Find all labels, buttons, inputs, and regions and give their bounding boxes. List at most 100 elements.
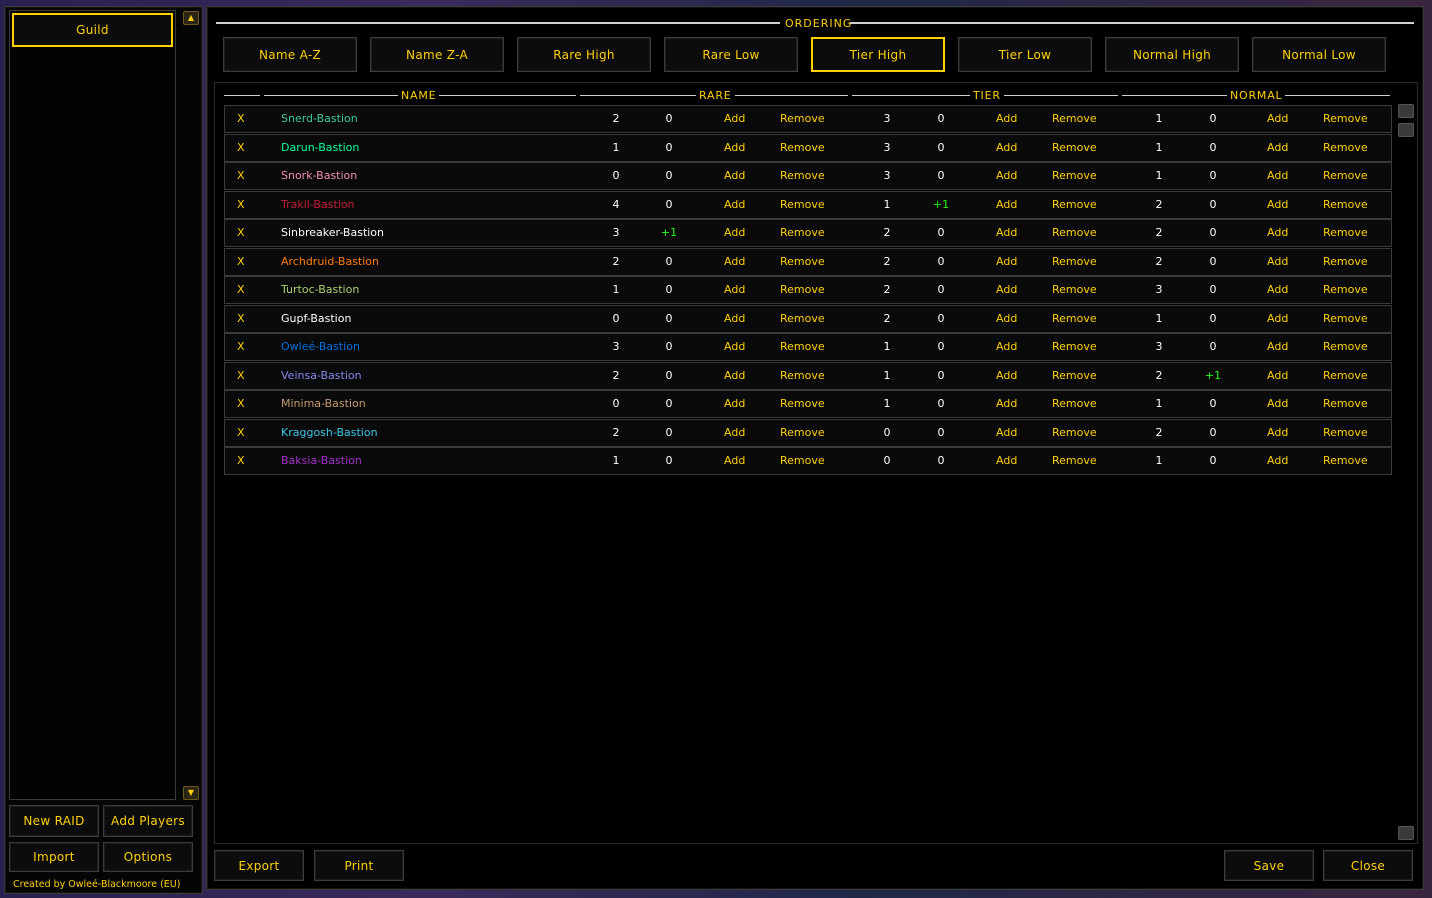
rare-remove-button[interactable]: Remove [780, 220, 825, 246]
guild-button[interactable]: Guild [12, 13, 173, 47]
order-button-normal-high[interactable]: Normal High [1105, 37, 1239, 72]
rare-add-button[interactable]: Add [724, 106, 745, 132]
normal-add-button[interactable]: Add [1267, 363, 1288, 389]
rare-add-button[interactable]: Add [724, 249, 745, 275]
normal-remove-button[interactable]: Remove [1323, 277, 1368, 303]
tier-remove-button[interactable]: Remove [1052, 363, 1097, 389]
tier-add-button[interactable]: Add [996, 192, 1017, 218]
tier-remove-button[interactable]: Remove [1052, 306, 1097, 332]
rare-remove-button[interactable]: Remove [780, 192, 825, 218]
export-button[interactable]: Export [214, 850, 304, 881]
tier-add-button[interactable]: Add [996, 334, 1017, 360]
rare-add-button[interactable]: Add [724, 220, 745, 246]
delete-player-button[interactable]: X [237, 220, 245, 246]
normal-remove-button[interactable]: Remove [1323, 334, 1368, 360]
order-button-name-z-a[interactable]: Name Z-A [370, 37, 504, 72]
rare-add-button[interactable]: Add [724, 135, 745, 161]
tier-add-button[interactable]: Add [996, 220, 1017, 246]
tier-add-button[interactable]: Add [996, 391, 1017, 417]
rare-add-button[interactable]: Add [724, 448, 745, 474]
tier-add-button[interactable]: Add [996, 363, 1017, 389]
order-button-tier-low[interactable]: Tier Low [958, 37, 1092, 72]
add-players-button[interactable]: Add Players [103, 805, 193, 837]
tier-add-button[interactable]: Add [996, 277, 1017, 303]
normal-add-button[interactable]: Add [1267, 391, 1288, 417]
normal-add-button[interactable]: Add [1267, 249, 1288, 275]
scroll-down-icon[interactable]: ▼ [183, 786, 199, 800]
order-button-rare-high[interactable]: Rare High [517, 37, 651, 72]
normal-add-button[interactable]: Add [1267, 448, 1288, 474]
delete-player-button[interactable]: X [237, 249, 245, 275]
tier-remove-button[interactable]: Remove [1052, 192, 1097, 218]
delete-player-button[interactable]: X [237, 277, 245, 303]
rare-remove-button[interactable]: Remove [780, 306, 825, 332]
list-scroll-thumb[interactable] [1398, 123, 1414, 137]
rare-remove-button[interactable]: Remove [780, 420, 825, 446]
rare-remove-button[interactable]: Remove [780, 277, 825, 303]
tier-add-button[interactable]: Add [996, 163, 1017, 189]
tier-remove-button[interactable]: Remove [1052, 163, 1097, 189]
delete-player-button[interactable]: X [237, 192, 245, 218]
normal-remove-button[interactable]: Remove [1323, 192, 1368, 218]
print-button[interactable]: Print [314, 850, 404, 881]
order-button-name-a-z[interactable]: Name A-Z [223, 37, 357, 72]
order-button-rare-low[interactable]: Rare Low [664, 37, 798, 72]
tier-add-button[interactable]: Add [996, 106, 1017, 132]
normal-remove-button[interactable]: Remove [1323, 391, 1368, 417]
normal-add-button[interactable]: Add [1267, 277, 1288, 303]
rare-add-button[interactable]: Add [724, 192, 745, 218]
rare-remove-button[interactable]: Remove [780, 363, 825, 389]
tier-remove-button[interactable]: Remove [1052, 135, 1097, 161]
delete-player-button[interactable]: X [237, 163, 245, 189]
new-raid-button[interactable]: New RAID [9, 805, 99, 837]
list-scroll-down-icon[interactable] [1398, 826, 1414, 840]
normal-add-button[interactable]: Add [1267, 306, 1288, 332]
rare-add-button[interactable]: Add [724, 363, 745, 389]
tier-remove-button[interactable]: Remove [1052, 391, 1097, 417]
import-button[interactable]: Import [9, 842, 99, 872]
normal-remove-button[interactable]: Remove [1323, 420, 1368, 446]
save-button[interactable]: Save [1224, 850, 1314, 881]
normal-add-button[interactable]: Add [1267, 420, 1288, 446]
tier-add-button[interactable]: Add [996, 448, 1017, 474]
normal-remove-button[interactable]: Remove [1323, 220, 1368, 246]
tier-add-button[interactable]: Add [996, 306, 1017, 332]
rare-add-button[interactable]: Add [724, 306, 745, 332]
normal-add-button[interactable]: Add [1267, 106, 1288, 132]
tier-remove-button[interactable]: Remove [1052, 220, 1097, 246]
delete-player-button[interactable]: X [237, 391, 245, 417]
tier-remove-button[interactable]: Remove [1052, 249, 1097, 275]
delete-player-button[interactable]: X [237, 334, 245, 360]
normal-add-button[interactable]: Add [1267, 192, 1288, 218]
normal-remove-button[interactable]: Remove [1323, 249, 1368, 275]
normal-remove-button[interactable]: Remove [1323, 106, 1368, 132]
normal-add-button[interactable]: Add [1267, 220, 1288, 246]
normal-remove-button[interactable]: Remove [1323, 363, 1368, 389]
delete-player-button[interactable]: X [237, 135, 245, 161]
normal-remove-button[interactable]: Remove [1323, 135, 1368, 161]
guild-list[interactable]: Guild [9, 10, 176, 800]
delete-player-button[interactable]: X [237, 306, 245, 332]
list-scroll-up-icon[interactable] [1398, 104, 1414, 118]
rare-remove-button[interactable]: Remove [780, 163, 825, 189]
rare-add-button[interactable]: Add [724, 163, 745, 189]
tier-remove-button[interactable]: Remove [1052, 334, 1097, 360]
delete-player-button[interactable]: X [237, 363, 245, 389]
tier-add-button[interactable]: Add [996, 420, 1017, 446]
tier-remove-button[interactable]: Remove [1052, 277, 1097, 303]
normal-add-button[interactable]: Add [1267, 163, 1288, 189]
close-button[interactable]: Close [1323, 850, 1413, 881]
tier-remove-button[interactable]: Remove [1052, 420, 1097, 446]
options-button[interactable]: Options [103, 842, 193, 872]
normal-add-button[interactable]: Add [1267, 135, 1288, 161]
rare-add-button[interactable]: Add [724, 420, 745, 446]
tier-add-button[interactable]: Add [996, 135, 1017, 161]
normal-add-button[interactable]: Add [1267, 334, 1288, 360]
scroll-up-icon[interactable]: ▲ [183, 11, 199, 25]
normal-remove-button[interactable]: Remove [1323, 163, 1368, 189]
tier-remove-button[interactable]: Remove [1052, 106, 1097, 132]
rare-remove-button[interactable]: Remove [780, 135, 825, 161]
delete-player-button[interactable]: X [237, 420, 245, 446]
delete-player-button[interactable]: X [237, 448, 245, 474]
rare-add-button[interactable]: Add [724, 334, 745, 360]
